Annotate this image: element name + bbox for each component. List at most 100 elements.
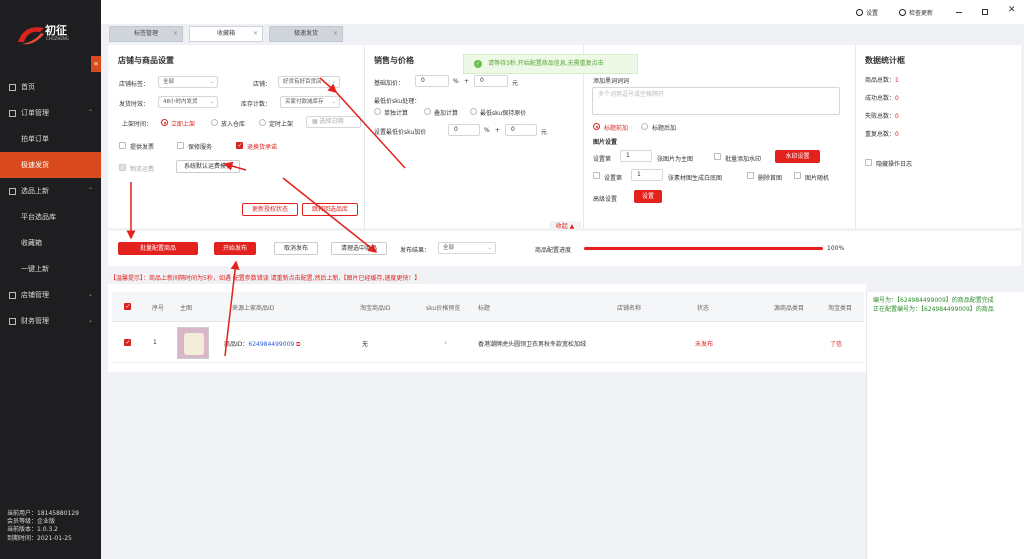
sku-add-radio[interactable] bbox=[424, 108, 431, 115]
table-row[interactable]: 1 商品ID：624984499009 ⧉ 无 › 香港潮牌虎头圆领卫衣男秋冬款… bbox=[112, 323, 864, 363]
set-main-label: 设置第 bbox=[593, 156, 612, 163]
add-words-input[interactable]: 多个词用逗号或空格隔开 bbox=[592, 87, 840, 115]
home-icon bbox=[9, 83, 16, 91]
status-badge: 未发布 bbox=[695, 341, 714, 348]
cancel-publish-button[interactable]: 取消发布 bbox=[274, 242, 318, 255]
list-timed-radio[interactable] bbox=[259, 119, 266, 126]
random-image-checkbox[interactable] bbox=[794, 172, 801, 179]
calendar-icon: ▦ bbox=[312, 118, 320, 125]
close-icon[interactable]: × bbox=[333, 27, 338, 41]
stat-total: 商品总数：1 bbox=[865, 75, 899, 84]
warranty-label: 保修服务 bbox=[188, 144, 213, 151]
sku-white-label: 张素材图生成白底图 bbox=[668, 175, 723, 182]
sidebar-item-order-list[interactable]: 拍单订单 bbox=[0, 126, 101, 152]
row-checkbox[interactable] bbox=[124, 339, 131, 346]
source-id-link[interactable]: 624984499009 bbox=[248, 341, 294, 348]
watermark-settings-button[interactable]: 水印设置 bbox=[775, 150, 820, 163]
list-now-radio[interactable] bbox=[161, 119, 168, 126]
min-sku-label: 设置最低价sku加价 bbox=[374, 129, 427, 136]
tab-tag-manage[interactable]: 标签管理 × bbox=[109, 26, 183, 42]
base-add-input[interactable]: 0 bbox=[474, 75, 508, 87]
column-header: 主图 bbox=[180, 305, 193, 312]
sidebar-item-orders[interactable]: 订单管理 ⌃ bbox=[0, 100, 101, 126]
sidebar-item-label: 首页 bbox=[21, 83, 35, 91]
stat-failed: 失败总数：0 bbox=[865, 111, 899, 120]
watermark-checkbox[interactable] bbox=[714, 153, 721, 160]
close-window-button[interactable]: ✕ bbox=[1008, 5, 1016, 15]
sidebar-item-home[interactable]: 首页 bbox=[0, 74, 101, 100]
minimize-button[interactable] bbox=[956, 12, 962, 13]
toast-text: 请等待3秒,开始配置商品信息,无需重复点击 bbox=[488, 60, 604, 67]
title-suffix-radio[interactable] bbox=[641, 123, 648, 130]
refresh-auth-button[interactable]: 更新授权状态 bbox=[242, 203, 298, 216]
warranty-checkbox[interactable] bbox=[177, 142, 184, 149]
advanced-settings-button[interactable]: 设置 bbox=[634, 190, 662, 203]
base-price-input[interactable]: 0 bbox=[415, 75, 449, 87]
current-user: 当前用户：18145880129 bbox=[7, 510, 79, 517]
column-header: 店铺名称 bbox=[617, 305, 642, 312]
main-image-input[interactable]: 1 bbox=[620, 150, 652, 162]
sidebar-item-shops[interactable]: 店铺管理 ⌄ bbox=[0, 282, 101, 308]
title-prefix-radio[interactable] bbox=[593, 123, 600, 130]
product-thumbnail[interactable] bbox=[177, 327, 209, 359]
check-update-label: 检查更新 bbox=[909, 10, 934, 17]
freight-template-button[interactable]: 系统默认运费模板 bbox=[176, 160, 240, 173]
sku-white-checkbox[interactable] bbox=[593, 172, 600, 179]
divider bbox=[364, 45, 365, 228]
return-checkbox[interactable] bbox=[236, 142, 243, 149]
jump-library-button[interactable]: 跳转回选品库 bbox=[302, 203, 358, 216]
settings-button[interactable]: 设置 bbox=[856, 8, 878, 17]
sidebar-item-products[interactable]: 选品上新 ⌃ bbox=[0, 178, 101, 204]
column-header: 源商品类目 bbox=[774, 305, 805, 312]
date-picker-input[interactable]: ▦ 选择日期 bbox=[306, 116, 361, 128]
sku-preview-chevron[interactable]: › bbox=[444, 338, 447, 347]
tab-label: 标签管理 bbox=[133, 30, 158, 37]
percent-sign: % bbox=[484, 127, 490, 134]
min-sku-input[interactable]: 0 bbox=[448, 124, 480, 136]
sidebar-item-favorites[interactable]: 收藏箱 bbox=[0, 230, 101, 256]
close-icon[interactable]: × bbox=[173, 27, 178, 41]
delete-first-checkbox[interactable] bbox=[747, 172, 754, 179]
sidebar-item-library[interactable]: 平台选品库 bbox=[0, 204, 101, 230]
copy-icon[interactable]: ⧉ bbox=[296, 341, 300, 348]
select-all-checkbox[interactable] bbox=[124, 303, 131, 310]
sidebar-item-label: 选品上新 bbox=[21, 187, 49, 195]
publish-result-label: 发布结果： bbox=[400, 247, 431, 254]
shop-tag-select[interactable]: 全部 ⌄ bbox=[158, 76, 218, 88]
tab-favorites[interactable]: 收藏箱 × bbox=[189, 26, 263, 42]
logistics-checkbox[interactable] bbox=[119, 164, 126, 171]
stock-label: 库存计数： bbox=[241, 101, 272, 108]
check-update-button[interactable]: 检查更新 bbox=[899, 8, 933, 17]
sidebar-item-finance[interactable]: 财务管理 ⌄ bbox=[0, 308, 101, 334]
sidebar-item-one-click[interactable]: 一键上新 bbox=[0, 256, 101, 282]
taobao-category[interactable]: 了信 bbox=[830, 339, 842, 348]
close-icon[interactable]: × bbox=[253, 27, 258, 41]
expire-date: 到期时间：2021-01-25 bbox=[7, 534, 72, 542]
clear-selected-button[interactable]: 清理选中商品 bbox=[331, 242, 387, 255]
sidebar-collapse-button[interactable]: « bbox=[91, 56, 101, 72]
hide-log-checkbox[interactable] bbox=[865, 159, 872, 166]
tab-fast-ship[interactable]: 极速发货 × bbox=[269, 26, 343, 42]
sku-single-radio[interactable] bbox=[374, 108, 381, 115]
sidebar-item-fast-ship[interactable]: 极速发货 bbox=[0, 152, 101, 178]
shop-value: 好货有好百货店 bbox=[283, 79, 322, 85]
publish-result-select[interactable]: 全部 ⌄ bbox=[438, 242, 496, 254]
invoice-checkbox[interactable] bbox=[119, 142, 126, 149]
stock-select[interactable]: 买家付款减库存 ⌄ bbox=[280, 96, 340, 108]
sku-handling-label: 最低价sku处理： bbox=[374, 98, 421, 105]
shop-select[interactable]: 好货有好百货店 ⌄ bbox=[278, 76, 340, 88]
list-warehouse-radio[interactable] bbox=[211, 119, 218, 126]
min-sku-add-input[interactable]: 0 bbox=[505, 124, 537, 136]
sku-image-input[interactable]: 1 bbox=[631, 169, 663, 181]
ship-time-select[interactable]: 48小时内发货 ⌄ bbox=[158, 96, 218, 108]
batch-config-button[interactable]: 批量配置商品 bbox=[118, 242, 198, 255]
advanced-label: 高级设置 bbox=[593, 196, 618, 203]
source-id-prefix: 商品ID： bbox=[224, 341, 249, 348]
start-publish-button[interactable]: 开始发布 bbox=[214, 242, 256, 255]
stats-title: 数据统计框 bbox=[865, 56, 905, 65]
return-label: 退换货承诺 bbox=[247, 144, 278, 151]
finance-icon bbox=[9, 317, 16, 325]
chevron-down-icon: ⌄ bbox=[87, 291, 93, 298]
restore-button[interactable] bbox=[982, 9, 988, 15]
sku-keep-radio[interactable] bbox=[470, 108, 477, 115]
